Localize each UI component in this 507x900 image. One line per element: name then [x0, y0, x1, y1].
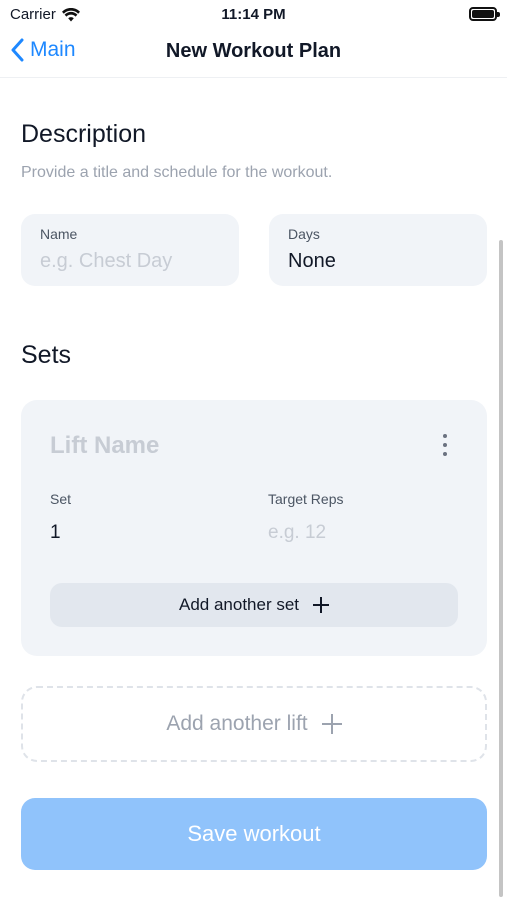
days-field[interactable]: Days None	[269, 214, 487, 286]
scrollbar[interactable]	[499, 240, 503, 897]
page-title: New Workout Plan	[165, 40, 342, 62]
save-workout-button[interactable]: Save workout	[21, 798, 487, 870]
name-field-label: Name	[40, 226, 78, 242]
name-field[interactable]: Name e.g. Chest Day	[21, 214, 239, 286]
status-bar: Carrier 11:14 PM	[0, 0, 507, 30]
lift-name-input[interactable]: Lift Name	[50, 432, 159, 460]
more-options-icon[interactable]	[439, 434, 451, 456]
description-heading: Description	[21, 120, 147, 148]
add-set-label: Add another set	[178, 595, 300, 614]
set-number: 1	[50, 522, 61, 543]
add-set-button[interactable]: Add another set	[50, 583, 458, 627]
navigation-bar: Main New Workout Plan	[0, 30, 507, 78]
name-input[interactable]: e.g. Chest Day	[40, 250, 220, 273]
days-field-label: Days	[288, 226, 320, 242]
plus-icon	[313, 597, 330, 613]
description-subtitle: Provide a title and schedule for the wor…	[21, 164, 333, 181]
lift-card: Lift Name Set 1 Target Reps e.g. 12 Add …	[21, 400, 487, 656]
status-time: 11:14 PM	[221, 6, 286, 23]
plus-icon	[321, 714, 342, 734]
add-lift-button[interactable]: Add another lift	[21, 686, 487, 762]
target-reps-label: Target Reps	[268, 491, 344, 507]
days-value[interactable]: None	[288, 250, 468, 273]
target-reps-input[interactable]: e.g. 12	[268, 522, 326, 544]
battery-icon	[469, 7, 500, 21]
add-lift-label: Add another lift	[166, 712, 308, 735]
set-column-label: Set	[50, 491, 72, 507]
sets-heading: Sets	[21, 341, 72, 369]
